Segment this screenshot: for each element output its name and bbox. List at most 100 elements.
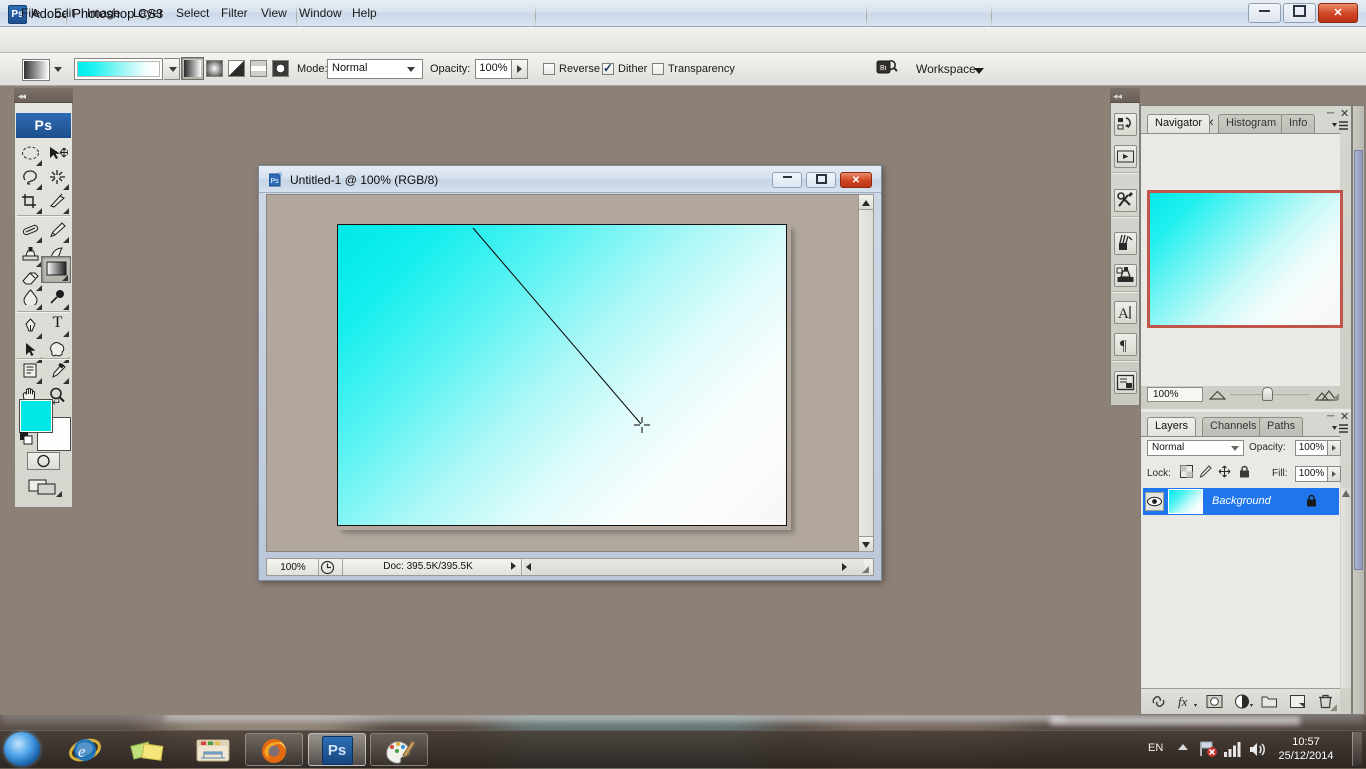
layer-blend-mode-select[interactable]: Normal xyxy=(1147,440,1244,456)
default-colors-icon[interactable] xyxy=(20,432,34,449)
signal-strength-icon[interactable] xyxy=(1224,740,1242,761)
menu-select[interactable]: Select xyxy=(169,4,216,22)
lock-image-pixels-icon[interactable] xyxy=(1199,465,1212,478)
navigator-zoom-slider-thumb[interactable] xyxy=(1262,387,1273,401)
layers-minimize-icon[interactable]: ─ xyxy=(1327,411,1334,422)
windows-start-orb-icon[interactable] xyxy=(4,732,40,766)
tool-brush[interactable] xyxy=(44,219,71,244)
menu-filter[interactable]: Filter xyxy=(214,4,255,22)
gradient-preset-picker[interactable] xyxy=(74,58,163,80)
workspace-button-label[interactable]: Workspace xyxy=(916,62,976,76)
navigator-zoom-input[interactable]: 100% xyxy=(1147,387,1203,402)
layer-name[interactable]: Background xyxy=(1212,495,1271,507)
quick-mask-mode-button[interactable] xyxy=(27,452,60,470)
menu-file[interactable]: File xyxy=(14,4,47,22)
tray-clock-date[interactable]: 25/12/2014 xyxy=(1270,750,1342,762)
paragraph-panel-icon[interactable]: ¶ xyxy=(1114,333,1137,356)
tool-notes[interactable] xyxy=(17,360,44,385)
screen-mode-button[interactable] xyxy=(27,478,62,497)
network-disconnected-icon[interactable] xyxy=(1198,740,1218,761)
tool-crop[interactable] xyxy=(17,190,44,215)
scroll-right-icon[interactable] xyxy=(842,563,847,571)
menu-edit[interactable]: Edit xyxy=(47,4,82,22)
window-close-button[interactable]: ✕ xyxy=(1318,3,1358,23)
tool-marquee[interactable] xyxy=(17,142,44,167)
diamond-gradient-icon[interactable] xyxy=(272,60,289,77)
brushes-panel-icon[interactable] xyxy=(1114,232,1137,255)
tool-gradient-selected[interactable] xyxy=(41,256,71,283)
tool-presets-panel-icon[interactable] xyxy=(1114,189,1137,212)
tool-lasso[interactable] xyxy=(17,166,44,191)
windows-explorer-icon[interactable] xyxy=(192,734,234,766)
layer-comps-panel-icon[interactable] xyxy=(1114,371,1137,394)
tab-paths[interactable]: Paths xyxy=(1259,417,1304,436)
tab-navigator[interactable]: Navigator xyxy=(1147,114,1211,133)
document-close-button[interactable]: ✕ xyxy=(840,172,872,188)
scroll-up-button[interactable] xyxy=(858,194,874,210)
tray-clock-time[interactable]: 10:57 xyxy=(1275,736,1337,748)
navigator-close-icon[interactable]: ✕ xyxy=(1340,107,1349,120)
clone-source-panel-icon[interactable] xyxy=(1114,264,1137,287)
firefox-taskbar-button[interactable] xyxy=(245,733,303,766)
tool-move[interactable] xyxy=(44,142,71,167)
lock-transparent-pixels-icon[interactable] xyxy=(1180,465,1193,478)
tab-layers[interactable]: Layers xyxy=(1147,417,1197,436)
window-maximize-button[interactable] xyxy=(1283,3,1316,23)
tool-dodge[interactable] xyxy=(44,286,71,311)
radial-gradient-icon[interactable] xyxy=(206,60,223,77)
tray-language-indicator[interactable]: EN xyxy=(1148,742,1163,754)
tool-slice[interactable] xyxy=(44,190,71,215)
reflected-gradient-icon[interactable] xyxy=(250,60,267,77)
layers-scroll-up-icon[interactable] xyxy=(1341,488,1351,499)
show-desktop-icon[interactable] xyxy=(128,734,170,766)
tab-channels[interactable]: Channels xyxy=(1202,417,1265,436)
tab-histogram[interactable]: Histogram xyxy=(1218,114,1285,133)
layer-fill-input[interactable]: 100% xyxy=(1295,466,1328,482)
actions-panel-icon[interactable] xyxy=(1114,145,1137,168)
tool-magic-wand[interactable] xyxy=(44,166,71,191)
status-menu-triangle-icon[interactable] xyxy=(511,562,516,570)
document-horizontal-scrollbar[interactable] xyxy=(524,559,864,575)
collapse-arrows-icon[interactable]: ◂◂ xyxy=(18,91,26,102)
panel-dock-scrollbar-thumb[interactable] xyxy=(1354,150,1363,570)
document-vertical-scrollbar[interactable] xyxy=(858,194,874,552)
scroll-left-icon[interactable] xyxy=(526,563,531,571)
go-to-bridge-icon[interactable]: Br xyxy=(876,58,898,78)
show-hidden-icons-ar row[interactable] xyxy=(1178,744,1188,750)
document-minimize-button[interactable] xyxy=(772,172,802,188)
reverse-checkbox[interactable] xyxy=(543,63,555,75)
paint-taskbar-button[interactable] xyxy=(370,733,428,766)
chevron-down-icon[interactable] xyxy=(974,68,984,74)
layers-list-scrollbar[interactable] xyxy=(1341,488,1351,688)
scroll-down-button[interactable] xyxy=(858,536,874,552)
link-layers-icon[interactable] xyxy=(1150,693,1167,710)
navigator-resize-grip[interactable]: ◢ xyxy=(1332,391,1339,402)
volume-icon[interactable] xyxy=(1248,740,1268,761)
collapse-arrows-icon[interactable]: ◂◂ xyxy=(1113,91,1122,102)
document-resize-grip[interactable]: ◢ xyxy=(862,564,869,575)
menu-layer[interactable]: Layer xyxy=(126,4,170,22)
tool-pen[interactable] xyxy=(17,315,44,340)
menu-image[interactable]: Image xyxy=(80,4,127,22)
internet-explorer-icon[interactable]: e xyxy=(65,734,107,766)
new-group-icon[interactable] xyxy=(1261,693,1278,710)
layer-visibility-eye-icon[interactable] xyxy=(1145,492,1164,511)
navigator-thumbnail[interactable] xyxy=(1147,190,1343,328)
new-layer-icon[interactable] xyxy=(1289,693,1306,710)
layers-resize-grip[interactable]: ◢ xyxy=(1330,702,1337,713)
layer-thumbnail[interactable] xyxy=(1168,489,1203,514)
layer-opacity-input[interactable]: 100% xyxy=(1295,440,1328,456)
add-layer-mask-icon[interactable] xyxy=(1206,693,1223,710)
lock-all-icon[interactable] xyxy=(1238,465,1251,478)
history-panel-icon[interactable] xyxy=(1114,113,1137,136)
menu-window[interactable]: Window xyxy=(292,4,349,22)
layers-close-icon[interactable]: ✕ xyxy=(1340,410,1349,423)
tab-info[interactable]: Info xyxy=(1281,114,1316,133)
document-zoom-level[interactable]: 100% xyxy=(270,561,316,574)
document-maximize-button[interactable] xyxy=(806,172,836,188)
show-desktop-button[interactable] xyxy=(1352,732,1362,766)
tool-clone-stamp[interactable] xyxy=(17,243,44,268)
linear-gradient-icon[interactable] xyxy=(184,60,201,77)
tool-eyedropper[interactable] xyxy=(44,360,71,385)
chevron-down-icon[interactable] xyxy=(54,67,62,72)
